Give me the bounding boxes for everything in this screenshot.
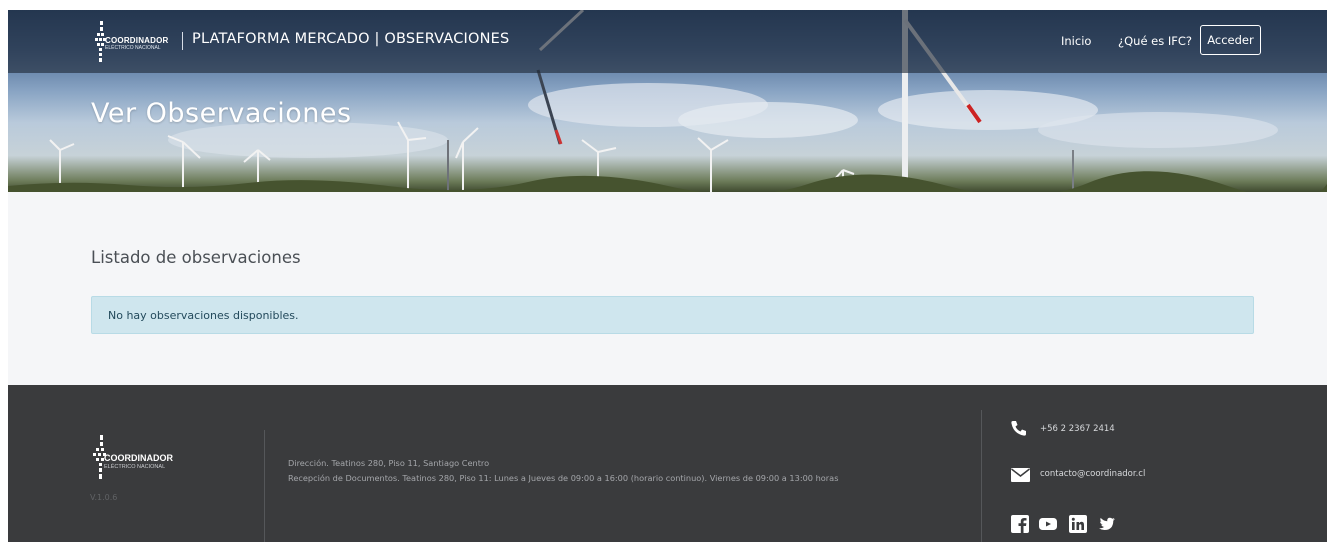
acceder-button[interactable]: Acceder (1200, 25, 1261, 55)
facebook-icon[interactable] (1011, 515, 1029, 533)
document-reception-text: Recepción de Documentos. Teatinos 280, P… (288, 473, 839, 483)
brand-divider (182, 32, 183, 50)
mail-icon (1011, 468, 1030, 482)
version-label: V.1.0.6 (90, 493, 118, 502)
nav-que-es-ifc-link[interactable]: ¿Qué es IFC? (1118, 34, 1192, 48)
footer-logo-text: COORDINADOR (104, 453, 173, 463)
footer-logo-subtext: ELÉCTRICO NACIONAL (104, 464, 166, 470)
platform-title[interactable]: PLATAFORMA MERCADO | OBSERVACIONES (192, 31, 509, 47)
phone-icon (1011, 421, 1026, 436)
email-link[interactable]: contacto@coordinador.cl (1040, 469, 1145, 479)
logo-text: COORDINADOR (105, 36, 169, 45)
section-title: Listado de observaciones (91, 248, 301, 267)
info-alert: No hay observaciones disponibles. (91, 296, 1254, 334)
address-text: Dirección. Teatinos 280, Piso 11, Santia… (288, 458, 490, 468)
footer: COORDINADOR ELÉCTRICO NACIONAL V.1.0.6 D… (8, 385, 1327, 542)
hero-banner: COORDINADOR ELÉCTRICO NACIONAL PLATAFORM… (8, 10, 1327, 192)
nav-inicio-link[interactable]: Inicio (1061, 34, 1091, 48)
youtube-icon[interactable] (1039, 515, 1057, 533)
linkedin-icon[interactable] (1069, 515, 1087, 533)
twitter-icon[interactable] (1098, 515, 1116, 533)
alert-message: No hay observaciones disponibles. (108, 309, 299, 322)
footer-divider-contact (981, 410, 982, 542)
page-title: Ver Observaciones (91, 98, 352, 129)
top-navbar: COORDINADOR ELÉCTRICO NACIONAL PLATAFORM… (8, 10, 1327, 73)
main-content: Listado de observaciones No hay observac… (8, 192, 1327, 385)
page: COORDINADOR ELÉCTRICO NACIONAL PLATAFORM… (0, 0, 1327, 542)
phone-number[interactable]: +56 2 2367 2414 (1040, 424, 1115, 434)
footer-divider (264, 430, 265, 542)
logo-subtext: ELÉCTRICO NACIONAL (105, 45, 161, 51)
